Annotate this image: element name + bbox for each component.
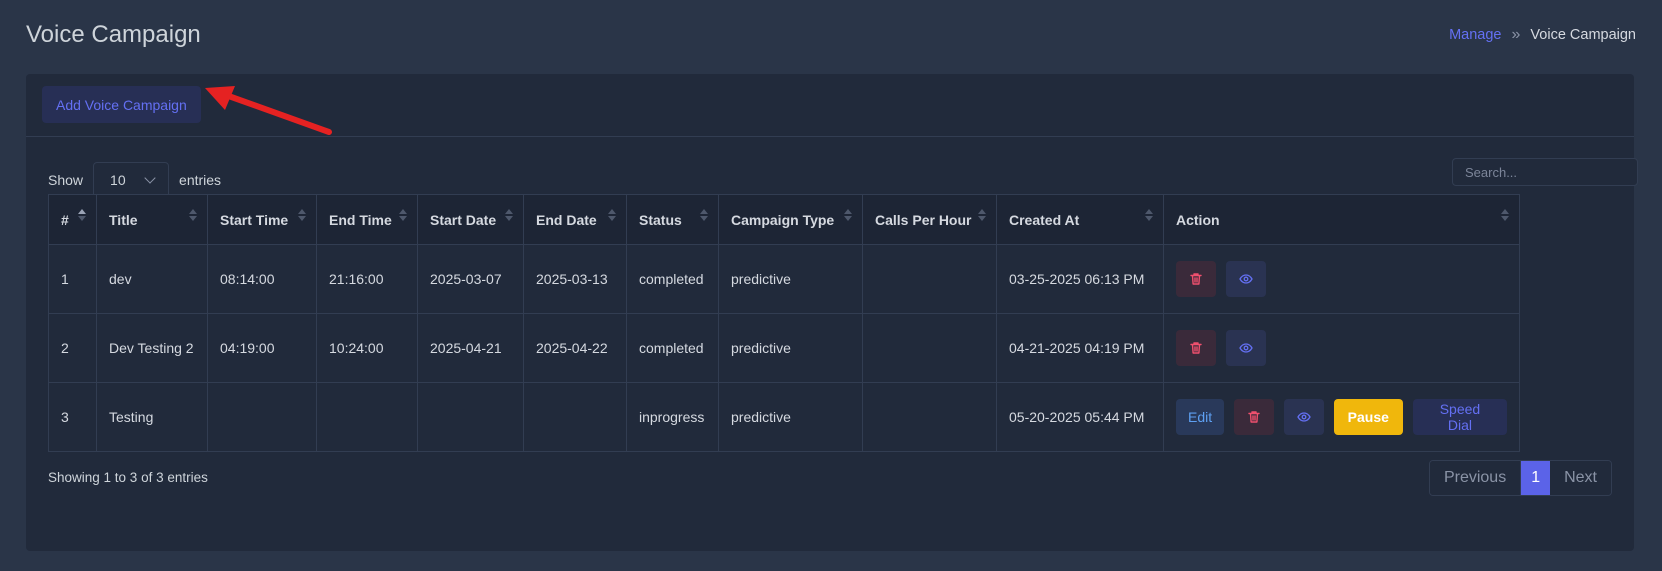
column-header-end-time[interactable]: End Time [316,194,418,245]
campaign-card: Add Voice Campaign Show 10 entries # Tit… [26,74,1638,551]
cell-campaign-type: predictive [718,382,863,452]
breadcrumb-separator: » [1511,26,1521,43]
card-header: Add Voice Campaign [26,74,1634,137]
speed-dial-button[interactable]: Speed Dial [1412,399,1507,435]
table-info: Showing 1 to 3 of 3 entries [48,470,208,485]
cell-title: Dev Testing 2 [96,313,208,383]
breadcrumb: Manage » Voice Campaign [1449,26,1636,44]
cell-action [1163,313,1520,383]
cell-end-date: 2025-03-13 [523,244,627,314]
cell-campaign-type: predictive [718,244,863,314]
column-header-title[interactable]: Title [96,194,208,245]
trash-icon [1248,411,1260,423]
pause-button[interactable]: Pause [1333,399,1403,435]
add-voice-campaign-button[interactable]: Add Voice Campaign [42,86,201,123]
cell-start-date: 2025-04-21 [417,313,524,383]
cell-status: completed [626,313,719,383]
cell-start-date [417,382,524,452]
column-header-number[interactable]: # [48,194,97,245]
cell-end-date [523,382,627,452]
column-header-end-date[interactable]: End Date [523,194,627,245]
chevron-down-icon [144,172,156,184]
sort-icon [505,209,513,221]
cell-start-time [207,382,317,452]
pagination-previous[interactable]: Previous [1429,461,1522,495]
eye-icon [1239,343,1253,353]
cell-created-at: 03-25-2025 06:13 PM [996,244,1164,314]
entries-length: Show 10 entries [48,162,221,198]
cell-status: completed [626,244,719,314]
cell-title: dev [96,244,208,314]
show-label: Show [48,172,84,188]
sort-icon [78,209,86,221]
pagination-page-1[interactable]: 1 [1521,461,1551,495]
delete-button[interactable] [1234,399,1274,435]
edit-button[interactable]: Edit [1176,399,1225,435]
delete-button[interactable] [1176,330,1216,366]
cell-number: 3 [48,382,97,452]
table-header-row: # Title Start Time End Time Start Date E… [48,194,1520,245]
search-input[interactable] [1452,158,1638,186]
delete-button[interactable] [1176,261,1216,297]
sort-icon [608,209,616,221]
cell-end-time: 21:16:00 [316,244,418,314]
table-row: 2 Dev Testing 2 04:19:00 10:24:00 2025-0… [48,313,1520,383]
sort-icon [399,209,407,221]
sort-icon [978,209,986,221]
pagination-next[interactable]: Next [1550,461,1611,495]
sort-icon [1501,209,1509,221]
cell-calls-per-hour [862,382,997,452]
page-title: Voice Campaign [26,21,201,48]
breadcrumb-manage-link[interactable]: Manage [1449,27,1501,43]
sort-icon [1145,209,1153,221]
view-button[interactable] [1226,330,1266,366]
cell-action [1163,244,1520,314]
trash-icon [1190,273,1202,285]
entries-select[interactable]: 10 [93,162,170,198]
eye-icon [1239,274,1253,284]
column-header-campaign-type[interactable]: Campaign Type [718,194,863,245]
view-button[interactable] [1283,399,1324,435]
breadcrumb-current: Voice Campaign [1530,27,1636,43]
page-header: Voice Campaign Manage » Voice Campaign [26,0,1636,70]
pagination: Previous 1 Next [1428,460,1612,496]
cell-number: 1 [48,244,97,314]
entries-select-value: 10 [110,172,126,188]
annotation-arrow-icon [205,86,332,135]
table-row: 1 dev 08:14:00 21:16:00 2025-03-07 2025-… [48,244,1520,314]
cell-calls-per-hour [862,313,997,383]
cell-end-time [316,382,418,452]
column-header-start-time[interactable]: Start Time [207,194,317,245]
cell-start-date: 2025-03-07 [417,244,524,314]
cell-start-time: 04:19:00 [207,313,317,383]
sort-icon [844,209,852,221]
cell-calls-per-hour [862,244,997,314]
campaign-table: # Title Start Time End Time Start Date E… [48,194,1520,452]
sort-icon [298,209,306,221]
sort-icon [189,209,197,221]
cell-status: inprogress [626,382,719,452]
table-controls: Show 10 entries [48,158,1638,198]
cell-start-time: 08:14:00 [207,244,317,314]
trash-icon [1190,342,1202,354]
cell-campaign-type: predictive [718,313,863,383]
cell-created-at: 05-20-2025 05:44 PM [996,382,1164,452]
view-button[interactable] [1226,261,1266,297]
cell-created-at: 04-21-2025 04:19 PM [996,313,1164,383]
column-header-created-at[interactable]: Created At [996,194,1164,245]
entries-label: entries [179,172,222,188]
table-row: 3 Testing inprogress predictive 05-20-20… [48,382,1520,452]
cell-number: 2 [48,313,97,383]
cell-action: Edit Pause Speed Dial [1163,382,1520,452]
column-header-status[interactable]: Status [626,194,719,245]
cell-end-time: 10:24:00 [316,313,418,383]
cell-title: Testing [96,382,208,452]
column-header-start-date[interactable]: Start Date [417,194,524,245]
eye-icon [1297,412,1311,422]
cell-end-date: 2025-04-22 [523,313,627,383]
sort-icon [700,209,708,221]
column-header-calls-per-hour[interactable]: Calls Per Hour [862,194,997,245]
column-header-action[interactable]: Action [1163,194,1520,245]
